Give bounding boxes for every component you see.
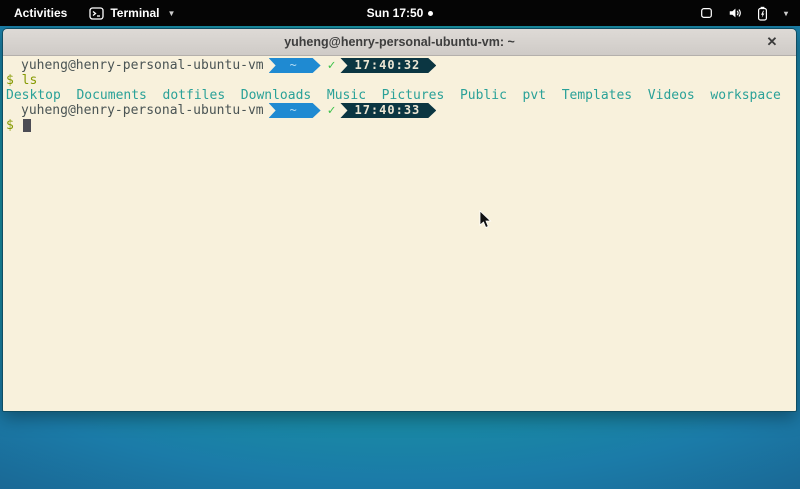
window-titlebar[interactable]: yuheng@henry-personal-ubuntu-vm: ~ ✕ [3,29,796,56]
focused-app-menu[interactable]: Terminal ▼ [89,6,175,20]
close-button[interactable]: ✕ [762,32,782,52]
prompt-path-badge: ~ [269,58,321,73]
prompt-line-1: yuheng@henry-personal-ubuntu-vm ~ ✓ 17:4… [6,58,796,73]
window-title: yuheng@henry-personal-ubuntu-vm: ~ [284,35,515,49]
notification-dot-icon [428,11,433,16]
ls-output: Desktop Documents dotfiles Downloads Mus… [6,88,781,103]
command-output-line: Desktop Documents dotfiles Downloads Mus… [6,88,796,103]
clock-button[interactable]: Sun 17:50 [367,6,434,20]
prompt-path-badge: ~ [269,103,321,118]
prompt-path: ~ [290,103,297,118]
prompt-time-badge: 17:40:33 [340,103,436,118]
chevron-down-icon: ▾ [784,9,788,18]
terminal-icon [89,7,104,20]
prompt-line-2: yuheng@henry-personal-ubuntu-vm ~ ✓ 17:4… [6,103,796,118]
prompt-time: 17:40:32 [354,58,420,73]
prompt-path: ~ [290,58,297,73]
focused-app-label: Terminal [110,6,159,20]
prompt-dollar: $ [6,118,14,133]
display-icon [699,6,714,20]
clock-label: Sun 17:50 [367,6,424,20]
input-line[interactable]: $ [6,118,796,133]
terminal-screen[interactable]: yuheng@henry-personal-ubuntu-vm ~ ✓ 17:4… [3,56,796,411]
check-icon: ✓ [328,58,336,73]
activities-button[interactable]: Activities [10,4,71,22]
prompt-user: yuheng@henry-personal-ubuntu-vm [21,58,264,73]
prompt-user: yuheng@henry-personal-ubuntu-vm [21,103,264,118]
volume-icon [727,6,743,20]
top-bar: Activities Terminal ▼ Sun 17:50 [0,0,800,26]
battery-charging-icon [756,6,769,21]
system-status-area[interactable]: ▾ [699,6,800,21]
command-text: ls [22,73,38,88]
chevron-down-icon: ▼ [167,9,175,18]
terminal-window: yuheng@henry-personal-ubuntu-vm: ~ ✕ yuh… [2,28,797,412]
prompt-time: 17:40:33 [354,103,420,118]
command-line: $ ls [6,73,796,88]
prompt-dollar: $ [6,73,14,88]
prompt-time-badge: 17:40:32 [340,58,436,73]
text-cursor [23,119,31,132]
check-icon: ✓ [328,103,336,118]
